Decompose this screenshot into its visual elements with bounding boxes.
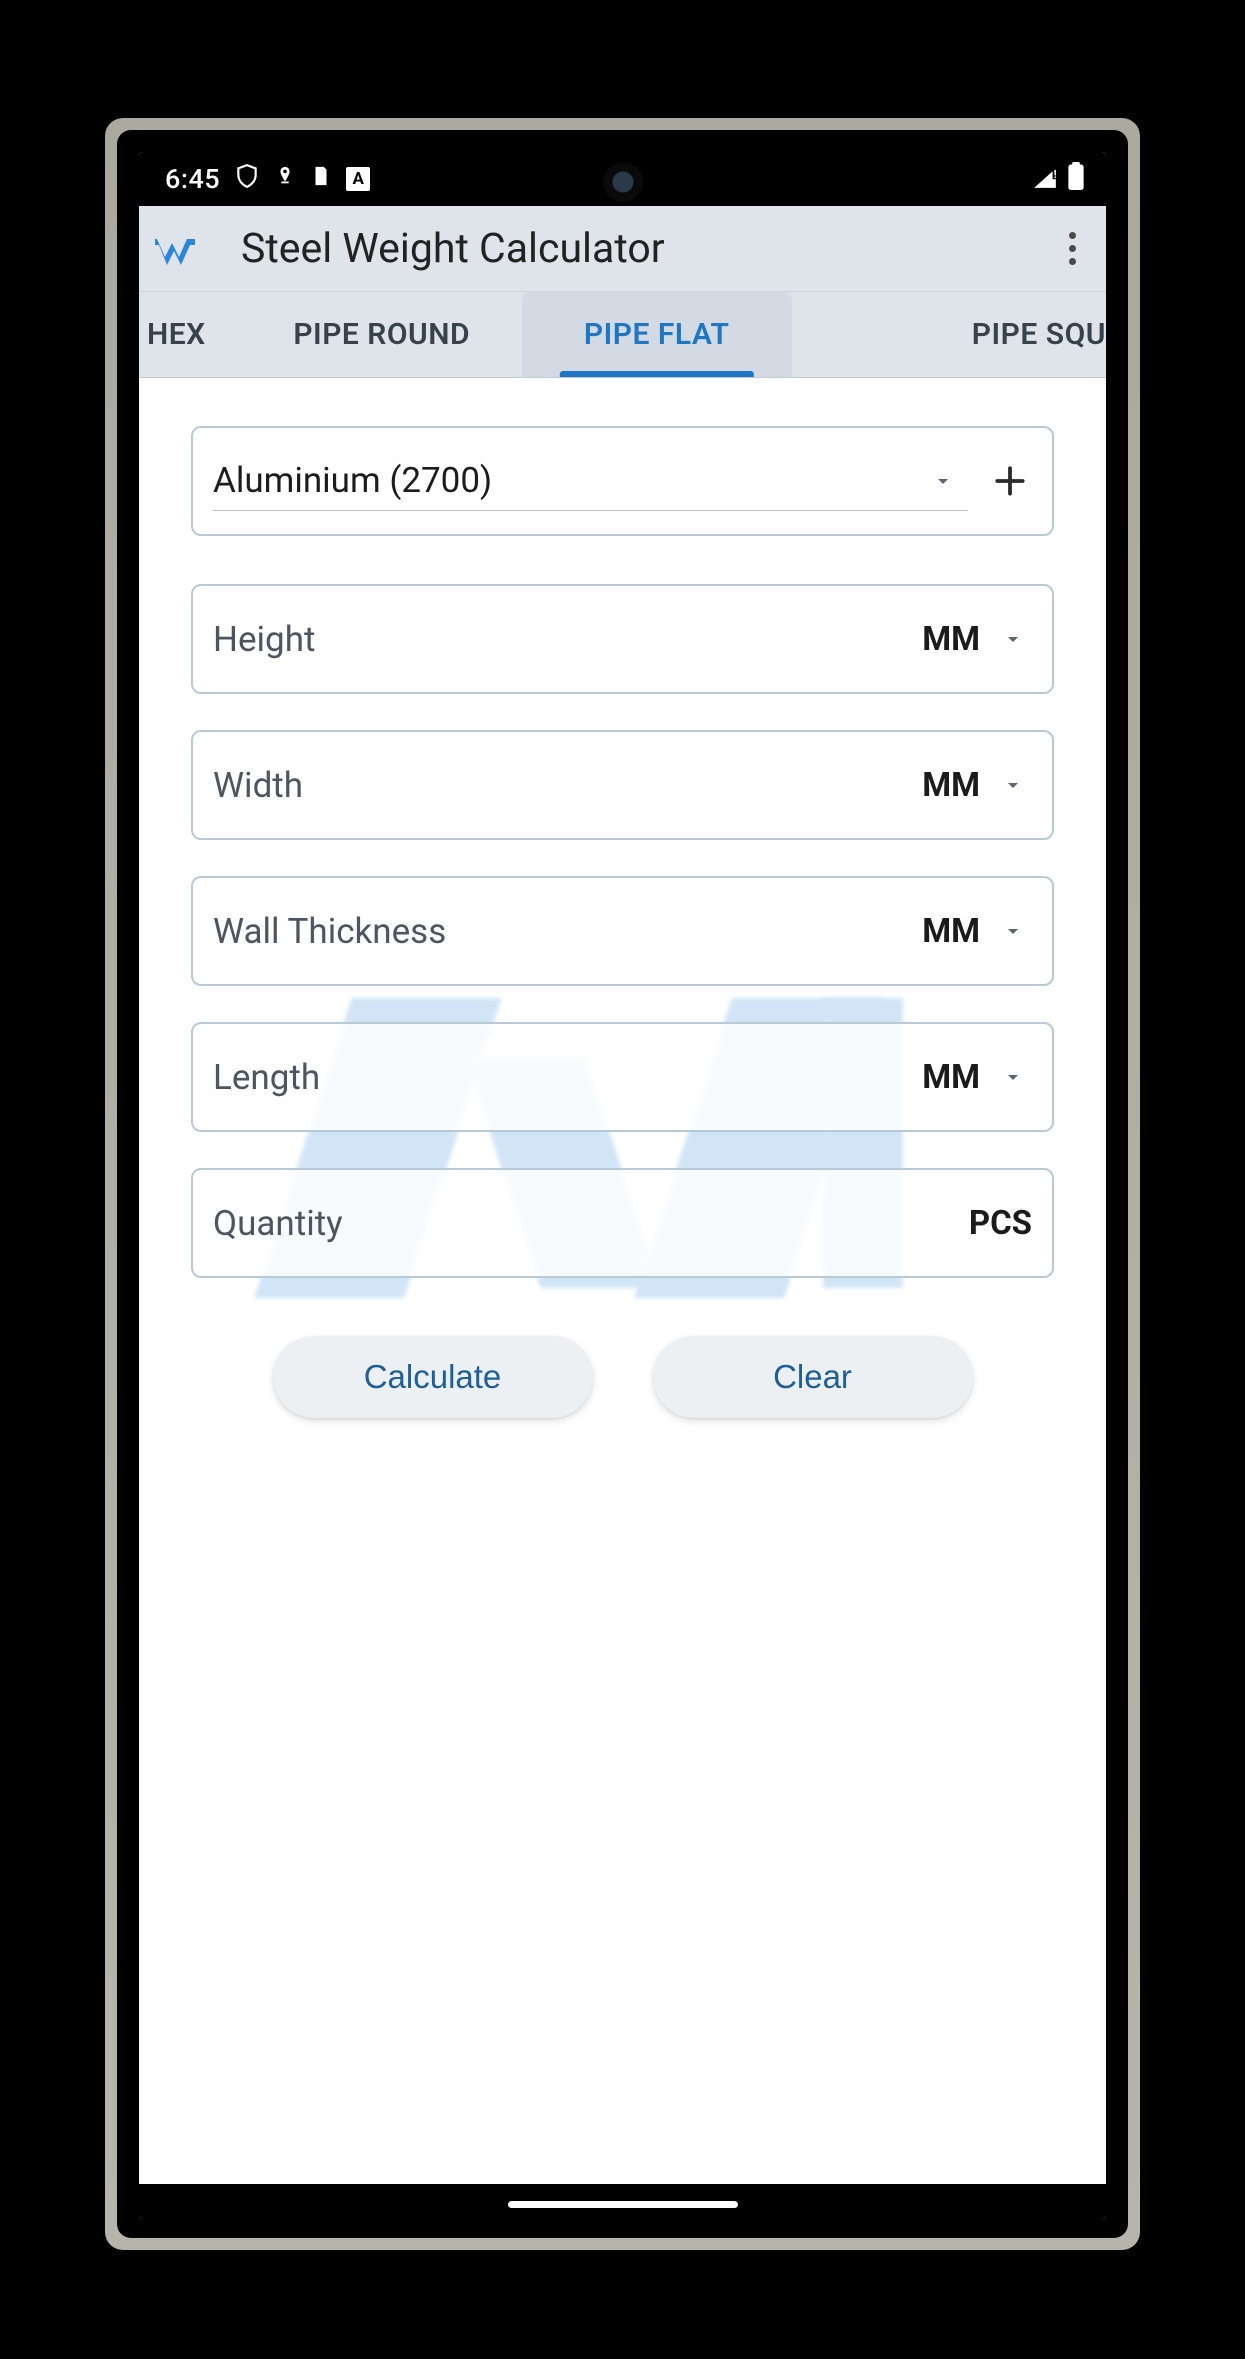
material-selected-value: Aluminium (2700): [213, 460, 918, 501]
camera-notch: [603, 162, 643, 202]
unit-value: PCS: [969, 1204, 1032, 1243]
quantity-field[interactable]: Quantity PCS: [191, 1168, 1054, 1278]
battery-icon: [1068, 162, 1084, 197]
form-content: Aluminium (2700) Height MM: [139, 378, 1106, 2184]
device-bezel: 6:45 A !: [117, 130, 1128, 2238]
navigation-bar: [139, 2184, 1106, 2220]
device-frame: 6:45 A !: [105, 118, 1140, 2250]
status-left-icons: A: [234, 163, 370, 196]
tab-pipe-square[interactable]: PIPE SQU: [792, 292, 1106, 377]
svg-text:!: !: [1054, 168, 1057, 181]
gesture-handle[interactable]: [508, 2201, 738, 2208]
unit-dropdown[interactable]: [988, 760, 1038, 810]
app-title: Steel Weight Calculator: [225, 225, 1048, 273]
tab-pipe-flat[interactable]: PIPE FLAT: [522, 292, 792, 377]
field-label: Wall Thickness: [213, 911, 922, 952]
overflow-menu-button[interactable]: [1048, 225, 1096, 273]
tab-label: PIPE FLAT: [584, 317, 730, 352]
width-field[interactable]: Width MM: [191, 730, 1054, 840]
screen: 6:45 A !: [139, 152, 1106, 2220]
unit-dropdown[interactable]: [988, 906, 1038, 956]
unit-dropdown[interactable]: [988, 614, 1038, 664]
app-bar: Steel Weight Calculator: [139, 206, 1106, 292]
unit-value: MM: [922, 1058, 980, 1097]
add-material-button[interactable]: [982, 453, 1038, 509]
text-badge-icon: A: [346, 167, 370, 191]
clear-button[interactable]: Clear: [653, 1336, 973, 1418]
unit-dropdown[interactable]: [988, 1052, 1038, 1102]
height-field[interactable]: Height MM: [191, 584, 1054, 694]
status-right-icons: !: [1032, 162, 1084, 197]
watermark-icon: [263, 938, 983, 1358]
tab-bar: HEX PIPE ROUND PIPE FLAT PIPE SQU: [139, 292, 1106, 378]
tab-label: PIPE ROUND: [293, 317, 470, 352]
unit-value: MM: [922, 766, 980, 805]
wall-thickness-field[interactable]: Wall Thickness MM: [191, 876, 1054, 986]
sd-card-icon: [310, 163, 332, 196]
action-buttons: Calculate Clear: [191, 1336, 1054, 1418]
location-icon: [274, 163, 296, 196]
field-label: Quantity: [213, 1203, 969, 1244]
signal-icon: !: [1032, 163, 1058, 195]
field-label: Width: [213, 765, 922, 806]
calculate-button[interactable]: Calculate: [273, 1336, 593, 1418]
dropdown-caret-icon: [918, 456, 968, 506]
app-logo-icon: [153, 231, 213, 267]
tab-hex[interactable]: HEX: [139, 292, 242, 377]
tab-label: PIPE SQU: [972, 317, 1106, 352]
field-label: Height: [213, 619, 922, 660]
unit-value: MM: [922, 620, 980, 659]
length-field[interactable]: Length MM: [191, 1022, 1054, 1132]
tab-pipe-round[interactable]: PIPE ROUND: [242, 292, 522, 377]
unit-value: MM: [922, 912, 980, 951]
material-field: Aluminium (2700): [191, 426, 1054, 536]
status-time: 6:45: [165, 163, 220, 195]
tab-label: HEX: [147, 317, 206, 352]
status-bar: 6:45 A !: [139, 152, 1106, 206]
shield-icon: [234, 163, 260, 196]
field-label: Length: [213, 1057, 922, 1098]
material-select[interactable]: Aluminium (2700): [213, 451, 968, 511]
